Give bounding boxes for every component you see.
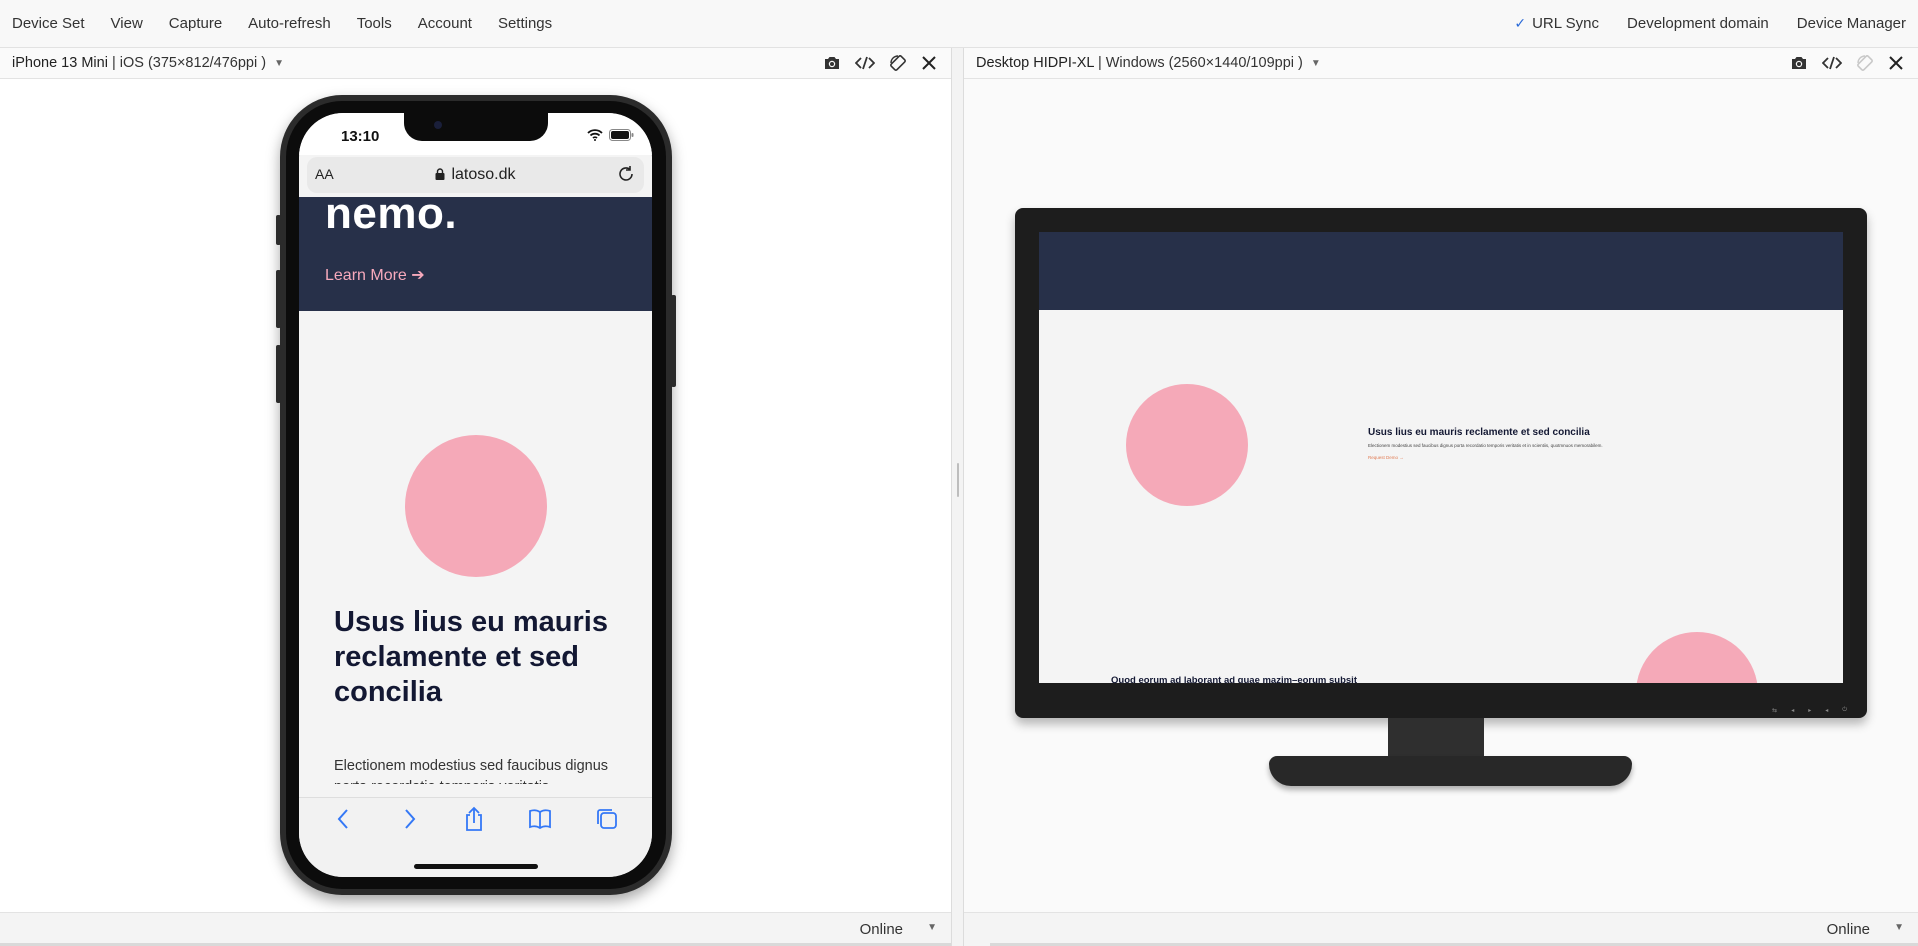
pink-circle-graphic — [1126, 384, 1248, 506]
safari-address-bar[interactable]: AA latoso.dk — [307, 157, 644, 193]
camera-icon[interactable] — [1790, 55, 1808, 71]
device-spec: | Windows (2560×1440/109ppi ) — [1097, 55, 1303, 71]
device-selector[interactable]: iPhone 13 Mini | iOS (375×812/476ppi ) — [0, 55, 266, 71]
safari-toolbar — [299, 797, 652, 877]
panel-footer: Online ▼ — [0, 912, 951, 946]
monitor-button-icon: ⇆ — [1772, 708, 1778, 714]
request-demo-link[interactable]: Request Demo → — [1368, 455, 1404, 460]
monitor-controls: ⇆ ◂ ▸ ◂ ⏻ — [1772, 707, 1847, 714]
monitor-button-icon: ▸ — [1808, 708, 1812, 714]
url-sync-toggle[interactable]: ✓ URL Sync — [1500, 15, 1613, 32]
domain-text: latoso.dk — [451, 166, 516, 183]
home-indicator — [414, 864, 538, 869]
network-status[interactable]: Online — [860, 921, 903, 938]
bookmarks-icon[interactable] — [527, 806, 553, 832]
top-menubar: Device Set View Capture Auto-refresh Too… — [0, 0, 1918, 48]
volume-down-button — [276, 345, 281, 403]
phone-screen: 13:10 AA latoso.dk nemo. Learn More ➔ Us… — [299, 113, 652, 877]
rotate-icon[interactable] — [889, 54, 907, 72]
section-heading: Usus lius eu mauris reclamente et sed co… — [334, 606, 608, 708]
monitor-stand-base — [1269, 756, 1632, 786]
monitor-stand-neck — [1388, 718, 1484, 758]
menu-account[interactable]: Account — [405, 15, 485, 32]
camera-dot — [434, 121, 442, 129]
panel-tools — [823, 54, 951, 72]
status-bar: 13:10 — [299, 113, 652, 155]
section-body: Electionem modestius sed faucibus dignus… — [334, 758, 609, 784]
share-icon[interactable] — [462, 806, 486, 832]
device-panel-iphone: iPhone 13 Mini | iOS (375×812/476ppi ) ▼… — [0, 48, 951, 946]
checkmark-icon: ✓ — [1514, 15, 1527, 31]
panel-footer: Online ▼ — [964, 912, 1918, 946]
device-manager-button[interactable]: Device Manager — [1783, 15, 1918, 32]
wifi-icon — [587, 129, 603, 141]
panel-divider[interactable] — [951, 48, 964, 946]
volume-up-button — [276, 270, 281, 328]
url-sync-label: URL Sync — [1532, 15, 1600, 32]
menubar-right: ✓ URL Sync Development domain Device Mana… — [1500, 15, 1918, 32]
learn-more-link[interactable]: Learn More ➔ — [325, 265, 425, 285]
chevron-down-icon[interactable]: ▼ — [1311, 58, 1321, 69]
pink-circle-graphic — [405, 435, 547, 577]
section-heading: Usus lius eu mauris reclamente et sed co… — [1368, 427, 1590, 438]
notch — [404, 113, 548, 141]
code-icon[interactable] — [1822, 55, 1842, 71]
device-spec: | iOS (375×812/476ppi ) — [111, 55, 267, 71]
code-icon[interactable] — [855, 55, 875, 71]
menu-auto-refresh[interactable]: Auto-refresh — [235, 15, 344, 32]
close-icon[interactable] — [921, 55, 937, 71]
panel-header: Desktop HIDPI-XL | Windows (2560×1440/10… — [964, 48, 1918, 79]
close-icon[interactable] — [1888, 55, 1904, 71]
lock-icon — [435, 168, 445, 180]
menu-capture[interactable]: Capture — [156, 15, 235, 32]
status-icons — [587, 129, 634, 141]
power-icon: ⏻ — [1842, 707, 1847, 713]
development-domain-button[interactable]: Development domain — [1613, 15, 1783, 32]
hero-section — [1039, 232, 1843, 310]
device-name: iPhone 13 Mini — [12, 55, 108, 71]
rotate-icon — [1857, 55, 1873, 71]
menu-view[interactable]: View — [98, 15, 156, 32]
menu-tools[interactable]: Tools — [344, 15, 405, 32]
forward-icon[interactable] — [397, 806, 421, 832]
section-body: Electionem modestius sed faucibus dignus… — [1368, 443, 1603, 448]
network-status[interactable]: Online — [1827, 921, 1870, 938]
pink-circle-graphic-bottom — [1636, 632, 1758, 683]
back-icon[interactable] — [332, 806, 356, 832]
monitor-screen: Usus lius eu mauris reclamente et sed co… — [1039, 232, 1843, 683]
desktop-monitor-frame: Usus lius eu mauris reclamente et sed co… — [1015, 208, 1867, 718]
address-domain: latoso.dk — [307, 166, 644, 184]
reload-icon[interactable] — [617, 165, 635, 183]
menu-device-set[interactable]: Device Set — [0, 15, 98, 32]
mute-switch — [276, 215, 281, 245]
menu-settings[interactable]: Settings — [485, 15, 565, 32]
monitor-button-icon: ◂ — [1791, 708, 1795, 714]
hero-section: nemo. Learn More ➔ — [299, 189, 652, 311]
status-time: 13:10 — [341, 128, 380, 145]
monitor-button-icon: ◂ — [1825, 708, 1829, 714]
panel-tools — [1790, 54, 1918, 72]
power-button — [671, 295, 676, 387]
quote-heading: Quod eorum ad laborant ad quae mazim–eor… — [1111, 675, 1357, 683]
panel-header: iPhone 13 Mini | iOS (375×812/476ppi ) ▼ — [0, 48, 951, 79]
device-panel-desktop: Desktop HIDPI-XL | Windows (2560×1440/10… — [964, 48, 1918, 946]
chevron-down-icon[interactable]: ▼ — [274, 58, 284, 69]
divider-grip[interactable] — [957, 463, 959, 497]
device-selector[interactable]: Desktop HIDPI-XL | Windows (2560×1440/10… — [964, 55, 1303, 71]
battery-icon — [609, 129, 634, 141]
device-name: Desktop HIDPI-XL — [976, 55, 1094, 71]
iphone-frame: 13:10 AA latoso.dk nemo. Learn More ➔ Us… — [276, 95, 676, 895]
hero-text: nemo. — [325, 189, 458, 238]
chevron-down-icon[interactable]: ▼ — [927, 922, 937, 933]
chevron-down-icon[interactable]: ▼ — [1894, 922, 1904, 933]
menubar-left: Device Set View Capture Auto-refresh Too… — [0, 15, 565, 32]
camera-icon[interactable] — [823, 55, 841, 71]
tabs-icon[interactable] — [594, 806, 620, 832]
